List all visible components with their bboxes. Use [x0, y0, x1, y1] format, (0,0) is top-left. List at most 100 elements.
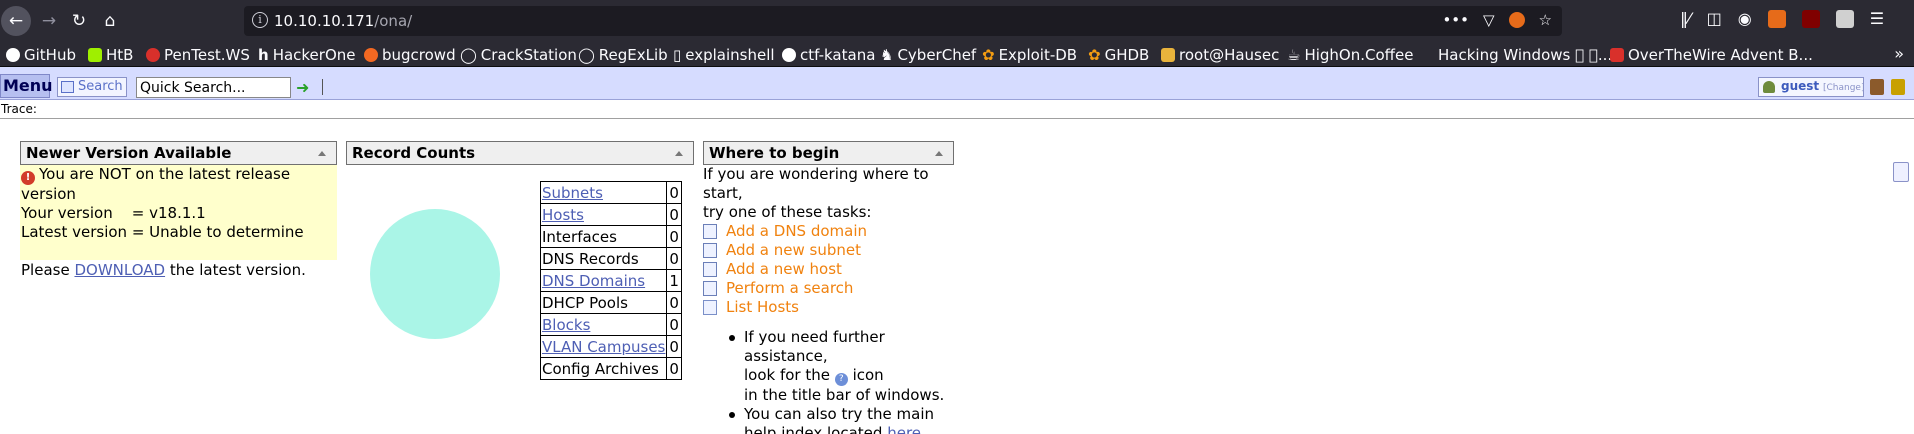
version-warning: You are NOT on the latest release versio… — [21, 165, 291, 203]
collapse-icon[interactable] — [675, 151, 683, 156]
dns-domains-link[interactable]: DNS Domains — [542, 272, 645, 290]
user-name: guest — [1781, 79, 1820, 93]
bookmark-pentestws[interactable]: PenTest.WS — [146, 46, 250, 64]
account-icon[interactable]: ◉ — [1738, 9, 1752, 28]
bookmark-explainshell[interactable]: ▯ explainshell — [673, 46, 775, 64]
htb-icon — [88, 48, 102, 62]
bookmark-hackerone[interactable]: h HackerOne — [258, 46, 356, 64]
table-row: DHCP Pools 0 — [539, 291, 682, 314]
overthewire-icon — [1610, 48, 1624, 62]
hosts-link[interactable]: Hosts — [542, 206, 584, 224]
ona-menu-bar: Menu Search ➜ guest [Change] — [0, 67, 1914, 100]
record-counts-window-title[interactable]: Record Counts — [346, 141, 694, 165]
list-item: You can also try the main help index loc… — [729, 405, 968, 434]
subnets-count: 0 — [666, 181, 682, 204]
sidebar-icon[interactable]: ◫ — [1707, 9, 1722, 28]
table-row: Blocks 0 — [539, 313, 682, 336]
bookmark-ghdb[interactable]: ✿ GHDB — [1088, 46, 1149, 64]
url-path: /ona/ — [374, 12, 413, 30]
bookmark-htb[interactable]: HtB — [88, 46, 133, 64]
record-counts-pie-chart — [370, 209, 500, 339]
table-row: Hosts 0 — [539, 203, 682, 226]
task-add-dns-domain[interactable]: Add a DNS domain — [703, 222, 968, 241]
table-row: Interfaces 0 — [539, 225, 682, 248]
ublock-icon[interactable] — [1508, 12, 1525, 28]
record-counts-table: Subnets 0 Hosts 0 Interfaces 0 DNS Records 0… — [539, 181, 682, 380]
bookmark-ctf-katana[interactable]: ctf-katana — [782, 46, 875, 64]
back-arrow-icon[interactable]: ← — [1, 6, 31, 36]
search-form-icon — [703, 281, 717, 296]
collapse-icon[interactable] — [318, 151, 326, 156]
logout-icon[interactable] — [1891, 79, 1905, 95]
url-text[interactable]: 10.10.10.171/ona/ — [274, 12, 412, 30]
explainshell-icon: ▯ — [673, 46, 682, 64]
bookmark-cyberchef[interactable]: ♞ CyberChef — [880, 46, 976, 64]
go-arrow-icon[interactable]: ➜ — [296, 78, 309, 97]
list-icon — [703, 300, 717, 315]
bookmark-highon-coffee[interactable]: ☕ HighOn.Coffee — [1287, 46, 1413, 64]
task-perform-search[interactable]: Perform a search — [703, 279, 968, 298]
url-bar[interactable]: i 10.10.10.171/ona/ ••• ▽ ☆ — [244, 6, 1562, 36]
site-info-icon[interactable]: i — [252, 12, 268, 28]
task-add-host[interactable]: Add a new host — [703, 260, 968, 279]
download-link[interactable]: DOWNLOAD — [74, 261, 165, 279]
dhcp-pools-count: 0 — [666, 291, 682, 314]
reload-icon[interactable]: ↻ — [64, 6, 94, 36]
bookmark-overthewire[interactable]: OverTheWire Advent B... — [1610, 46, 1813, 64]
change-user-link[interactable]: [Change] — [1823, 83, 1864, 93]
bookmark-crackstation[interactable]: ◯ CrackStation — [460, 46, 577, 64]
search-form-icon — [61, 81, 74, 93]
user-box[interactable]: guest [Change] — [1758, 77, 1864, 97]
github-icon — [6, 48, 20, 62]
menu-button[interactable]: Menu — [0, 74, 53, 98]
trace-label: Trace: — [1, 102, 37, 116]
latest-version: Latest version = Unable to determine — [21, 223, 304, 241]
foxyproxy-icon[interactable] — [1767, 9, 1786, 28]
vlan-campuses-link[interactable]: VLAN Campuses — [542, 338, 665, 356]
bookmarks-bar: GitHub HtB PenTest.WS h HackerOne bugcrow… — [0, 42, 1914, 67]
table-row: Config Archives 0 — [539, 357, 682, 380]
collapse-icon[interactable] — [935, 151, 943, 156]
add-document-icon — [703, 224, 717, 239]
quick-search-input[interactable] — [136, 77, 291, 98]
bookmark-github[interactable]: GitHub — [6, 46, 76, 64]
admin-user-icon[interactable] — [1870, 79, 1884, 95]
interfaces-count: 0 — [666, 225, 682, 248]
calculator-icon[interactable] — [1893, 162, 1909, 182]
search-button[interactable]: Search — [57, 77, 127, 97]
bookmark-hacking-windows[interactable]: Hacking Windows ⃞ ⃞... — [1420, 46, 1612, 64]
bookmark-regexlib[interactable]: ◯ RegExLib — [578, 46, 668, 64]
blank-icon — [1420, 48, 1434, 62]
bookmark-hausec[interactable]: root@Hausec — [1161, 46, 1279, 64]
dns-records-count: 0 — [666, 247, 682, 270]
blocks-link[interactable]: Blocks — [542, 316, 590, 334]
bookmark-bugcrowd[interactable]: bugcrowd — [364, 46, 456, 64]
task-add-subnet[interactable]: Add a new subnet — [703, 241, 968, 260]
globe-icon: ◯ — [578, 46, 595, 64]
subnets-link[interactable]: Subnets — [542, 184, 603, 202]
trace-bar: Trace: — [0, 100, 1914, 119]
bookmark-star-icon[interactable]: ☆ — [1539, 11, 1552, 29]
your-version: Your version = v18.1.1 — [21, 204, 206, 222]
home-icon[interactable]: ⌂ — [95, 6, 125, 36]
newer-version-window-title[interactable]: Newer Version Available — [20, 141, 337, 165]
bookmark-exploitdb[interactable]: ✿ Exploit-DB — [982, 46, 1077, 64]
library-icon[interactable]: ‖⁄ — [1680, 9, 1691, 28]
pocket-icon[interactable]: ▽ — [1483, 11, 1495, 29]
page-actions-icon[interactable]: ••• — [1442, 11, 1469, 29]
hausec-icon — [1161, 48, 1175, 62]
task-list-hosts[interactable]: List Hosts — [703, 298, 968, 317]
hosts-count: 0 — [666, 203, 682, 226]
help-here-link[interactable]: here — [887, 424, 921, 434]
table-row: Subnets 0 — [539, 181, 682, 204]
where-to-begin-window-title[interactable]: Where to begin — [703, 141, 954, 165]
user-icon — [1763, 81, 1775, 93]
newer-version-body: ! You are NOT on the latest release versi… — [20, 165, 337, 279]
warning-icon: ! — [21, 171, 35, 185]
blocks-count: 0 — [666, 313, 682, 336]
ublock-origin-icon[interactable] — [1801, 9, 1820, 28]
hamburger-menu-icon[interactable]: ☰ — [1870, 9, 1884, 28]
extension-icon[interactable] — [1835, 9, 1854, 28]
more-bookmarks-icon[interactable]: » — [1894, 44, 1904, 63]
forward-arrow-icon[interactable]: → — [34, 6, 64, 36]
